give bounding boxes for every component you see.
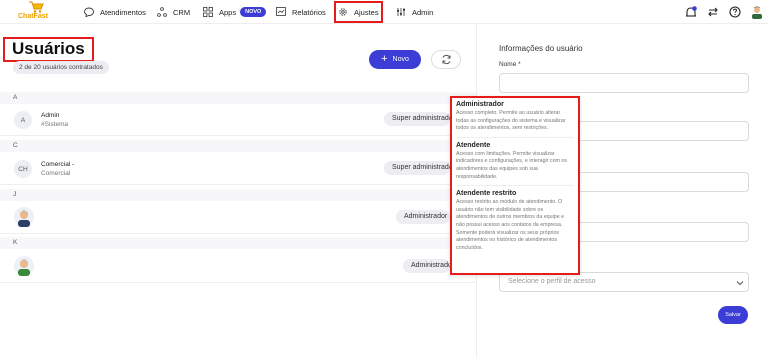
section-header: C <box>0 140 476 152</box>
top-navbar: ChatFast Atendimentos CRM Apps NOVO Rela… <box>0 0 768 24</box>
user-team: Comercial <box>41 170 71 177</box>
user-row[interactable]: A Admin #Sistema Super administrador <box>0 104 476 136</box>
access-profile-tooltip: Administrador Acesso completo. Permite a… <box>450 96 580 275</box>
user-team: #Sistema <box>41 121 69 128</box>
nav-admin[interactable]: Admin <box>396 5 433 19</box>
tooltip-item-title: Atendente restrito <box>456 190 517 198</box>
role-badge: Administrador <box>396 210 450 224</box>
section-header: J <box>0 189 476 201</box>
nav-ajustes[interactable]: Ajustes <box>334 1 383 23</box>
swap-button[interactable] <box>705 4 721 20</box>
tooltip-item-administrador: Administrador Acesso completo. Permite a… <box>456 101 574 133</box>
section-header: A <box>0 92 476 104</box>
users-count-badge: 2 de 20 usuários contratados <box>13 61 109 74</box>
grid-icon <box>203 7 213 17</box>
role-badge: Administrador <box>403 259 450 273</box>
swap-arrows-icon <box>708 7 718 17</box>
report-icon <box>276 7 286 16</box>
page-title: Usuários <box>12 39 85 58</box>
save-button[interactable]: Salvar <box>718 306 748 324</box>
user-avatar-icon <box>752 6 762 19</box>
admin-sliders-icon <box>397 8 405 16</box>
user-row[interactable]: CH Comercial - Comercial Super administr… <box>0 153 476 185</box>
nav-atendimentos[interactable]: Atendimentos <box>84 5 146 19</box>
nav-apps-label: Apps <box>219 7 237 17</box>
nav-ajustes-label: Ajustes <box>354 7 379 17</box>
crm-nodes-icon <box>157 7 167 17</box>
new-user-button[interactable]: + Novo <box>369 50 421 69</box>
role-badge: Super administrador <box>384 112 450 126</box>
name-input[interactable] <box>499 73 749 93</box>
tooltip-item-description: Acesso restrito ao módulo de atendimento… <box>456 199 565 251</box>
chat-bubble-icon <box>84 7 94 17</box>
avatar <box>14 207 34 227</box>
chevron-down-icon <box>736 281 744 286</box>
nav-crm[interactable]: CRM <box>157 5 190 19</box>
tooltip-item-description: Acesso completo. Permite ao usuário alte… <box>456 110 566 132</box>
nav-atendimentos-label: Atendimentos <box>100 7 146 17</box>
brand-name: ChatFast <box>18 13 48 20</box>
avatar <box>14 256 34 276</box>
chatfast-logo[interactable]: ChatFast <box>18 1 52 23</box>
user-row[interactable]: Administrador <box>0 251 476 283</box>
user-name: Comercial - <box>41 161 75 168</box>
new-user-label: Novo <box>392 56 409 63</box>
tooltip-item-atendente: Atendente Acesso com limitações. Permite… <box>456 136 574 181</box>
user-row[interactable]: Administrador <box>0 202 476 234</box>
new-badge: NOVO <box>240 7 267 17</box>
section-header: K <box>0 237 476 249</box>
refresh-icon <box>442 54 450 65</box>
gear-icon <box>339 8 347 16</box>
name-label: Nome * <box>499 61 521 68</box>
user-avatar-button[interactable] <box>749 4 765 20</box>
nav-crm-label: CRM <box>173 7 191 17</box>
nav-relatorios-label: Relatórios <box>292 7 326 17</box>
nav-admin-label: Admin <box>412 7 434 17</box>
avatar: A <box>14 111 32 129</box>
cart-logo-icon <box>29 1 44 13</box>
user-name: Admin <box>41 112 60 119</box>
help-button[interactable] <box>727 4 743 20</box>
plus-icon: + <box>381 53 388 65</box>
role-badge: Super administrador <box>384 161 450 175</box>
bell-icon <box>686 5 697 17</box>
form-title: Informações do usuário <box>499 44 583 53</box>
help-circle-icon <box>729 6 741 18</box>
nav-apps[interactable]: Apps NOVO <box>203 5 267 19</box>
tooltip-item-description: Acesso com limitações. Permite visualiza… <box>456 150 567 180</box>
tooltip-item-title: Atendente <box>456 141 491 149</box>
avatar: CH <box>14 160 32 178</box>
nav-relatorios[interactable]: Relatórios <box>276 5 326 19</box>
refresh-button[interactable] <box>431 50 461 69</box>
notifications-button[interactable] <box>683 4 699 20</box>
profile-select-placeholder: Selecione o perfil de acesso <box>508 278 596 285</box>
tooltip-item-atendente-restrito: Atendente restrito Acesso restrito ao mó… <box>456 185 574 252</box>
tooltip-item-title: Administrador <box>456 101 504 108</box>
